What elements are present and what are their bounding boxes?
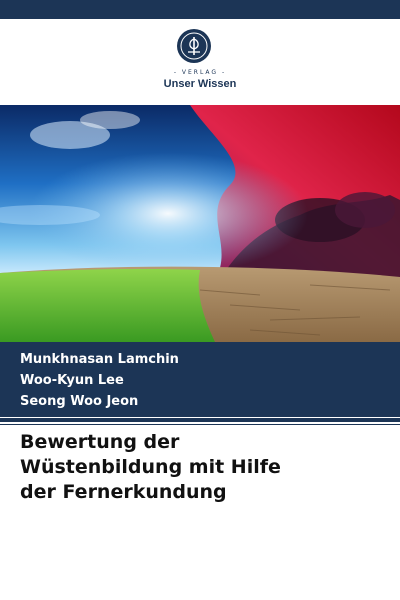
cover-photo bbox=[0, 105, 400, 342]
publisher-badge-icon bbox=[177, 29, 211, 63]
authors-band: Munkhnasan Lamchin Woo-Kyun Lee Seong Wo… bbox=[0, 342, 400, 417]
top-bar bbox=[0, 0, 400, 19]
author-name: Seong Woo Jeon bbox=[20, 394, 139, 409]
publisher-logo: - VERLAG - Unser Wissen bbox=[0, 22, 400, 100]
divider-thin bbox=[0, 424, 400, 425]
publisher-tagline: - VERLAG - bbox=[173, 69, 227, 76]
cover-photo-illustration bbox=[0, 105, 400, 342]
title-line: der Fernerkundung bbox=[20, 481, 227, 503]
divider-thick bbox=[0, 418, 400, 422]
author-name: Munkhnasan Lamchin bbox=[20, 352, 179, 367]
title-line: Wüstenbildung mit Hilfe bbox=[20, 456, 281, 478]
book-title: Bewertung der Wüstenbildung mit Hilfe de… bbox=[20, 430, 390, 505]
publisher-name: Unser Wissen bbox=[163, 78, 237, 90]
title-line: Bewertung der bbox=[20, 431, 180, 453]
author-name: Woo-Kyun Lee bbox=[20, 373, 124, 388]
